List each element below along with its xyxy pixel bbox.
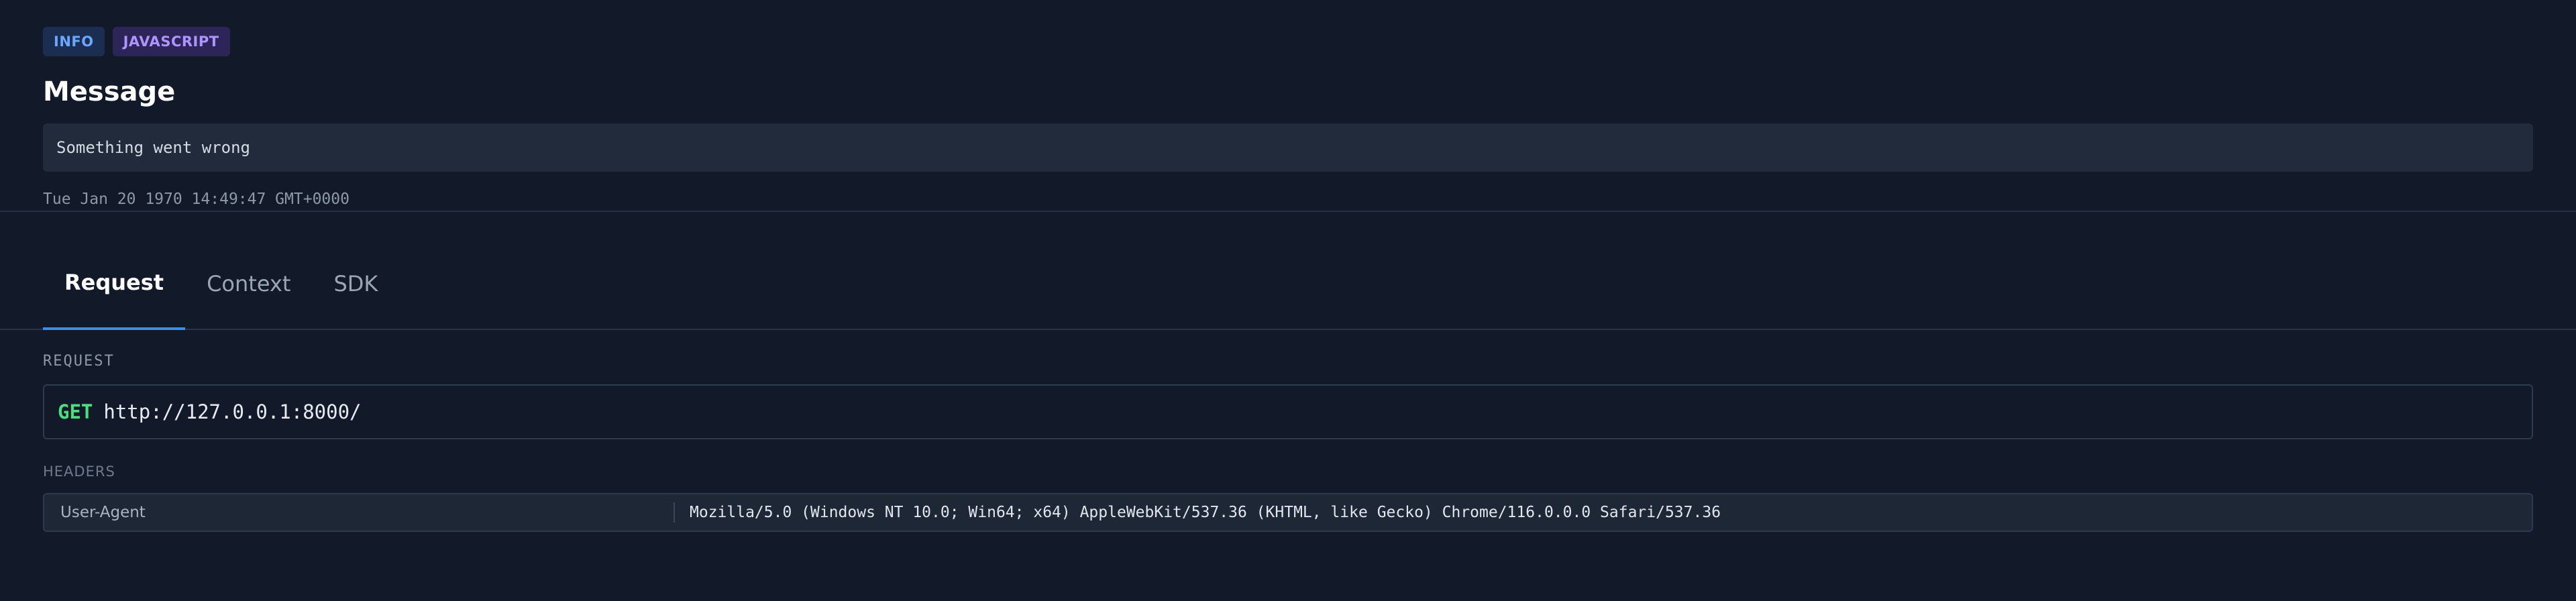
message-box: Something went wrong	[43, 123, 2533, 172]
header-key: User-Agent	[44, 502, 675, 523]
badge-group: INFO JAVASCRIPT	[43, 27, 2533, 56]
platform-badge: JAVASCRIPT	[112, 27, 230, 56]
event-summary: INFO JAVASCRIPT Message Something went w…	[0, 0, 2576, 212]
message-text: Something went wrong	[56, 138, 250, 157]
level-badge: INFO	[43, 27, 105, 56]
headers-section-label: HEADERS	[43, 463, 115, 480]
header-row: User-Agent Mozilla/5.0 (Windows NT 10.0;…	[43, 493, 2533, 532]
http-method: GET	[58, 400, 93, 423]
tab-sdk[interactable]: SDK	[312, 237, 399, 330]
header-value: Mozilla/5.0 (Windows NT 10.0; Win64; x64…	[690, 504, 1721, 521]
request-line: GET http://127.0.0.1:8000/	[43, 384, 2533, 439]
tab-context[interactable]: Context	[185, 237, 312, 330]
timestamp: Tue Jan 20 1970 14:49:47 GMT+0000	[43, 190, 350, 208]
page-title: Message	[43, 76, 176, 107]
request-url: http://127.0.0.1:8000/	[103, 400, 362, 423]
request-section-label: REQUEST	[43, 353, 115, 370]
tab-bar: Request Context SDK	[0, 212, 2576, 330]
tab-request[interactable]: Request	[43, 237, 186, 330]
request-panel: REQUEST GET http://127.0.0.1:8000/ HEADE…	[0, 353, 2576, 532]
